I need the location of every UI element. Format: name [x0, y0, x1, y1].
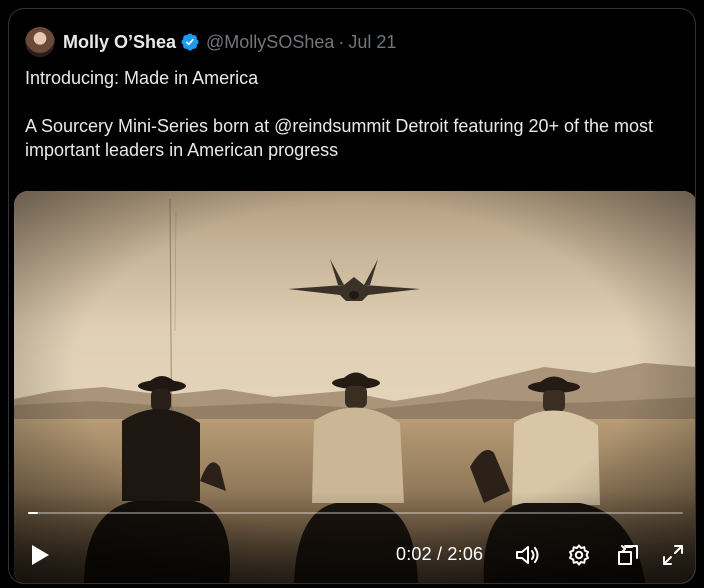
tweet-card[interactable]: Molly O’Shea @MollySOShea · Jul 21 Intro… [8, 8, 696, 584]
play-button[interactable] [28, 543, 52, 567]
verified-badge-icon [180, 32, 200, 52]
volume-icon [516, 546, 539, 564]
time-display: 0:02 / 2:06 [396, 544, 484, 564]
progress-bar[interactable] [28, 512, 683, 514]
author-name[interactable]: Molly O’Shea [63, 32, 176, 53]
author-handle[interactable]: @MollySOShea [206, 32, 334, 53]
tweet-text-line-1: Introducing: Made in America [25, 68, 259, 88]
settings-button[interactable] [565, 541, 593, 569]
video-player[interactable]: 0:02 / 2:06 [14, 191, 695, 583]
volume-button[interactable] [514, 541, 542, 569]
video-controls: 0:02 / 2:06 [14, 523, 695, 583]
tweet-text-line-2: A Sourcery Mini-Series born at @reindsum… [25, 116, 654, 160]
play-icon [32, 545, 49, 565]
avatar[interactable] [25, 27, 55, 57]
tweet-date[interactable]: Jul 21 [348, 32, 396, 53]
separator-dot: · [338, 31, 345, 52]
gear-icon [569, 544, 589, 566]
picture-in-picture-icon [618, 545, 638, 565]
fullscreen-button[interactable] [659, 541, 687, 569]
progress-fill [28, 512, 39, 514]
fullscreen-icon [663, 545, 683, 565]
tweet-text: Introducing: Made in America A Sourcery … [25, 66, 675, 162]
pip-button[interactable] [614, 541, 642, 569]
tweet-header: Molly O’Shea @MollySOShea · Jul 21 [25, 27, 396, 57]
